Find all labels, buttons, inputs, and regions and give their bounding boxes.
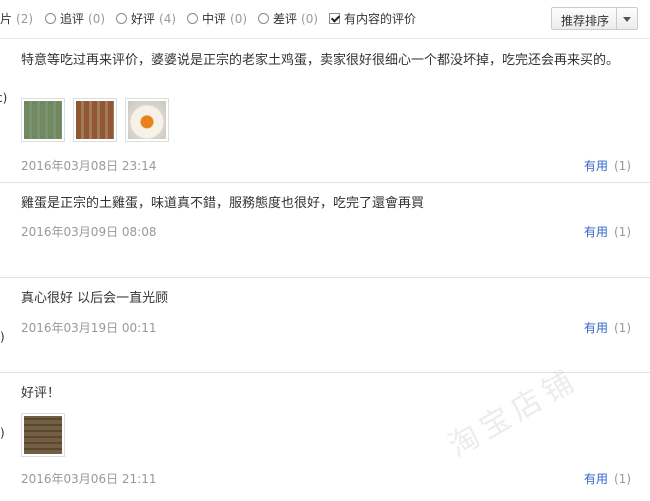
eggs-tray-image [24,101,62,139]
useful-label[interactable]: 有用 [584,159,608,173]
useful-label[interactable]: 有用 [584,321,608,335]
useful-count: (1) [614,159,631,173]
eggs-box-image [24,416,62,454]
radio-button[interactable] [187,13,198,24]
review-text: 特意等吃过再来评价，婆婆说是正宗的老家土鸡蛋，卖家很好很细心一个都没坏掉，吃完还… [21,53,620,68]
useful-label[interactable]: 有用 [584,472,608,486]
useful-count: (1) [614,225,631,239]
useful-button[interactable]: 有用 (1) [584,470,631,487]
review-item: ) 真心很好 以后会一直光顾 2016年03月19日 00:11 有用 (1) [0,278,650,373]
radio-button[interactable] [45,13,56,24]
filter-count: (0) [301,11,319,26]
review-item: 雞蛋是正宗的土雞蛋，味道真不錯，服務態度也很好，吃完了還會再買 2016年03月… [0,183,650,278]
filter-label: 图片 [0,12,13,26]
filter-has-content[interactable]: 有内容的评价 [329,10,416,27]
filter-label: 差评 [273,12,298,26]
divider [616,8,617,29]
review-images [21,98,177,142]
filter-count: (4) [159,11,177,26]
sort-dropdown[interactable]: 推荐排序 [551,7,638,30]
review-image-thumbnail[interactable] [21,98,65,142]
filter-label: 中评 [202,12,227,26]
review-date: 2016年03月08日 23:14 [21,159,157,173]
filter-positive[interactable]: 好评 (4) [116,10,176,27]
clipped-text: c) [0,91,8,105]
review-date: 2016年03月19日 00:11 [21,321,157,335]
chevron-down-icon[interactable] [623,17,631,22]
useful-button[interactable]: 有用 (1) [584,157,631,174]
review-filter-bar: 图片 (2) 追评 (0) 好评 (4) 中评 (0) 差评 (0) 有内容的评… [0,0,650,39]
useful-button[interactable]: 有用 (1) [584,319,631,336]
filter-label: 有内容的评价 [344,12,417,26]
review-date: 2016年03月06日 21:11 [21,472,157,486]
filter-negative[interactable]: 差评 (0) [258,10,318,27]
useful-count: (1) [614,321,631,335]
review-image-thumbnail[interactable] [125,98,169,142]
useful-label[interactable]: 有用 [584,225,608,239]
radio-button[interactable] [258,13,269,24]
filter-count: (2) [16,11,34,26]
eggs-tray-image [76,101,114,139]
useful-count: (1) [614,472,631,486]
review-date: 2016年03月09日 08:08 [21,225,157,239]
filter-neutral[interactable]: 中评 (0) [187,10,247,27]
review-images [21,413,73,457]
sort-label: 推荐排序 [561,14,610,28]
radio-button[interactable] [116,13,127,24]
filter-label: 追评 [60,12,85,26]
filter-followup[interactable]: 追评 (0) [45,10,105,27]
useful-button[interactable]: 有用 (1) [584,223,631,240]
review-item: c) 特意等吃过再来评价，婆婆说是正宗的老家土鸡蛋，卖家很好很细心一个都没坏掉，… [0,39,650,183]
checkbox-checked[interactable] [329,13,340,24]
filter-count: (0) [88,11,106,26]
filter-label: 好评 [131,12,156,26]
filter-count: (0) [230,11,248,26]
egg-yolk-image [128,101,166,139]
filter-with-images[interactable]: 图片 (2) [0,10,33,27]
review-image-thumbnail[interactable] [73,98,117,142]
clipped-text: ) [0,330,5,344]
review-text: 真心很好 以后会一直光顾 [21,291,169,306]
review-text: 雞蛋是正宗的土雞蛋，味道真不錯，服務態度也很好，吃完了還會再買 [21,196,425,211]
clipped-text: ) [0,426,5,440]
review-image-thumbnail[interactable] [21,413,65,457]
